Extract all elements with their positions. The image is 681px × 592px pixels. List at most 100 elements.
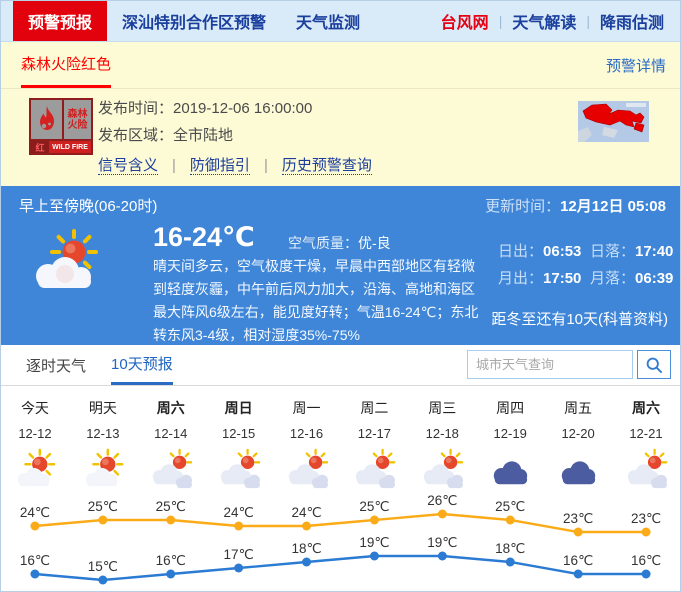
low-temp-label: 18℃ — [495, 541, 525, 556]
low-temp-point — [506, 558, 515, 567]
forecast-day-name: 今天 — [1, 398, 69, 418]
high-temp-label: 25℃ — [495, 499, 525, 514]
badge-bottom: 红 WILD FIRE — [31, 139, 91, 153]
partly-sunny-icon — [69, 448, 137, 490]
low-temp-point — [574, 570, 583, 579]
low-temp-label: 15℃ — [88, 559, 118, 574]
partly-sunny-icon — [1, 448, 69, 490]
temperature-chart-wrap: 24℃25℃25℃24℃24℃25℃26℃25℃23℃23℃16℃15℃16℃1… — [1, 494, 680, 592]
link-separator: | — [264, 157, 268, 174]
high-temp-point — [98, 516, 107, 525]
current-weather-icon — [27, 228, 111, 299]
forecast-day-name: 周二 — [340, 398, 408, 418]
high-temp-label: 23℃ — [631, 511, 661, 526]
high-temp-point — [642, 528, 651, 537]
moonrise: 月出：17:50 — [498, 265, 590, 292]
publish-time-value: 2019-12-06 16:00:00 — [173, 100, 312, 117]
update-time: 更新时间：12月12日 05:08 — [485, 195, 666, 216]
high-temp-label: 25℃ — [359, 499, 389, 514]
high-temp-point — [370, 516, 379, 525]
history-warning-query-link[interactable]: 历史预警查询 — [282, 157, 372, 175]
forecast-date: 12-18 — [408, 426, 476, 441]
forecast-day-name: 周日 — [205, 398, 273, 418]
nav-link-weather-explain[interactable]: 天气解读 — [502, 1, 586, 41]
warning-tab-row: 森林火险红色 预警详情 — [1, 42, 680, 89]
warning-detail-link[interactable]: 预警详情 — [606, 42, 666, 88]
nav-tab-weather-monitor[interactable]: 天气监测 — [281, 1, 375, 41]
sunrise: 日出：06:53 — [498, 238, 590, 265]
ten-day-forecast: 今天明天周六周日周一周二周三周四周五周六 12-1212-1312-1412-1… — [1, 398, 680, 592]
nav-right-pad — [674, 1, 680, 41]
date-row: 12-1212-1312-1412-1512-1612-1712-1812-19… — [1, 426, 680, 441]
nav-tab-shenshan-warning[interactable]: 深汕特别合作区预警 — [107, 1, 281, 41]
search-icon — [644, 355, 664, 375]
moonset: 月落：06:39 — [590, 265, 673, 292]
forecast-day-name: 周六 — [612, 398, 680, 418]
warning-tab-forest-fire-red[interactable]: 森林火险红色 — [21, 42, 111, 88]
flame-icon — [31, 100, 64, 139]
forecast-tab-bar: 逐时天气 10天预报 — [1, 345, 680, 386]
forecast-date: 12-21 — [612, 426, 680, 441]
search-button[interactable] — [637, 350, 671, 379]
low-temp-label: 16℃ — [563, 553, 593, 568]
warning-info: 发布时间：2019-12-06 16:00:00 发布区域：全市陆地 信号含义 |… — [98, 95, 372, 175]
low-temp-point — [642, 570, 651, 579]
link-separator: | — [172, 157, 176, 174]
forecast-date: 12-20 — [544, 426, 612, 441]
tab-ten-day-forecast[interactable]: 10天预报 — [111, 345, 173, 385]
low-temp-label: 16℃ — [20, 553, 50, 568]
high-temp-label: 24℃ — [224, 505, 254, 520]
signal-meaning-link[interactable]: 信号含义 — [98, 157, 158, 175]
badge-level: 红 — [31, 141, 49, 153]
nav-spacer — [375, 1, 431, 41]
defense-guide-link[interactable]: 防御指引 — [190, 157, 250, 175]
badge-title: 森林 火险 — [64, 100, 91, 139]
forecast-date: 12-13 — [69, 426, 137, 441]
forecast-date: 12-19 — [476, 426, 544, 441]
forecast-day-name: 周四 — [476, 398, 544, 418]
forecast-day-name: 周五 — [544, 398, 612, 418]
astro-times: 日出：06:53 日落：17:40 月出：17:50 月落：06:39 — [498, 238, 673, 292]
forest-fire-warning-icon: 森林 火险 红 WILD FIRE — [29, 98, 93, 155]
nav-tab-warning-forecast[interactable]: 预警预报 — [13, 1, 107, 41]
low-temp-point — [30, 570, 39, 579]
current-conditions-panel: 早上至傍晚(06-20时) 更新时间：12月12日 05:08 — [1, 186, 680, 345]
high-temp-label: 25℃ — [156, 499, 186, 514]
low-temp-label: 19℃ — [427, 535, 457, 550]
high-temp-point — [166, 516, 175, 525]
publish-area-row: 发布区域：全市陆地 — [98, 122, 372, 149]
forecast-date: 12-12 — [1, 426, 69, 441]
weather-icon-row — [1, 446, 680, 492]
warning-links: 信号含义 | 防御指引 | 历史预警查询 — [98, 154, 372, 175]
city-search-input[interactable] — [467, 350, 633, 379]
nav-link-typhoon-net[interactable]: 台风网 — [431, 1, 499, 41]
moon-times-row: 月出：17:50 月落：06:39 — [498, 265, 673, 292]
nav-link-rain-estimate[interactable]: 降雨估测 — [590, 1, 674, 41]
high-temp-point — [506, 516, 515, 525]
mostly-cloudy-icon — [408, 448, 476, 490]
solstice-note[interactable]: 距冬至还有10天(科普资料) — [491, 308, 668, 329]
low-temp-point — [98, 576, 107, 585]
current-header: 早上至傍晚(06-20时) 更新时间：12月12日 05:08 — [1, 186, 680, 216]
mostly-cloudy-icon — [205, 448, 273, 490]
mostly-cloudy-icon — [340, 448, 408, 490]
high-temp-point — [574, 528, 583, 537]
city-weather-search — [467, 350, 671, 379]
air-quality-value: 优-良 — [358, 235, 391, 251]
sun-times-row: 日出：06:53 日落：17:40 — [498, 238, 673, 265]
forecast-day-name: 明天 — [69, 398, 137, 418]
low-temp-point — [438, 552, 447, 561]
publish-time-row: 发布时间：2019-12-06 16:00:00 — [98, 95, 372, 122]
low-temp-point — [370, 552, 379, 561]
forecast-day-name: 周六 — [137, 398, 205, 418]
high-temp-point — [234, 522, 243, 531]
overcast-icon — [476, 448, 544, 490]
publish-area-value: 全市陆地 — [173, 127, 233, 144]
day-name-row: 今天明天周六周日周一周二周三周四周五周六 — [1, 398, 680, 418]
low-temp-label: 16℃ — [631, 553, 661, 568]
low-temp-label: 17℃ — [224, 547, 254, 562]
low-temp-point — [166, 570, 175, 579]
tab-hourly-weather[interactable]: 逐时天气 — [26, 345, 86, 385]
overcast-icon — [544, 448, 612, 490]
warning-region-map[interactable] — [578, 101, 649, 142]
